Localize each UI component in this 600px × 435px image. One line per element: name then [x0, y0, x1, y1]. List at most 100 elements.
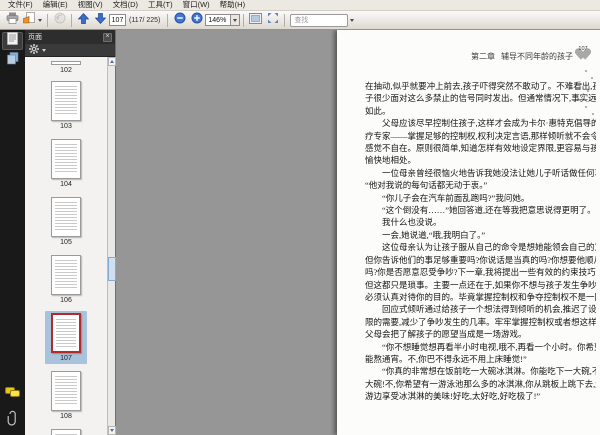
menu-item[interactable]: 视图(V) — [73, 0, 108, 10]
zoom-out-button[interactable] — [172, 11, 187, 29]
text-line: 但你告诉他们的事足够重要吗?你说话是当真的吗?你想要他顺从 — [365, 254, 596, 265]
running-header: 第二章 辅导不同年龄的孩子 — [365, 51, 573, 62]
previous-view-button[interactable] — [52, 11, 67, 29]
toolbar-separator — [167, 13, 169, 27]
panel-options-bar — [25, 44, 115, 57]
toolbar: (117/ 225) — [0, 11, 600, 30]
text-line: 愉快地相处。 — [365, 155, 417, 166]
thumbnail-page-number: 108 — [60, 413, 72, 420]
zoom-out-icon — [174, 11, 186, 29]
document-page: 第二章 辅导不同年龄的孩子 107 在抽动,似乎就要冲上前去,孩子吓得突然不敢动了… — [337, 30, 600, 435]
text-line: 能熬通宵。不,你巴不得永远不用上床睡觉!” — [365, 353, 527, 364]
thumbnail-image — [51, 255, 81, 295]
menu-item[interactable]: 文件(F) — [3, 0, 38, 10]
menu-item[interactable]: 帮助(H) — [215, 0, 250, 10]
thumbnail-page-number: 102 — [60, 67, 72, 74]
text-line: 必须认真对待你的目的。毕竟掌握控制权和争夺控制权不是一回事。 — [365, 291, 596, 302]
page-thumbnail[interactable]: 105 — [45, 195, 87, 248]
thumbnail-image — [51, 139, 81, 179]
page-count-label: (117/ 225) — [129, 16, 161, 24]
text-line: 回应式倾听通过给孩子一个想法得到倾听的机会,推迟了设定界 — [382, 304, 596, 315]
text-line: 子很少面对这么多禁止的信号同时发出。但通常情况下,事实远非 — [365, 93, 596, 104]
toolbar-separator — [284, 13, 286, 27]
text-line: 这位母亲认为让孩子服从自己的命令是想她能领会自己的意图。 — [382, 242, 596, 253]
scrollbar-thumb[interactable] — [108, 257, 116, 282]
text-line: “这个倒没有……”她回答道,还在等我把意思说得更明了。 — [382, 205, 596, 216]
text-line: 如此。 — [365, 105, 391, 116]
close-icon[interactable]: × — [103, 32, 112, 42]
printer-icon — [6, 11, 19, 29]
text-line: 游边享受冰淇淋的美味!好吃,太好吃,好吃极了!” — [365, 391, 541, 402]
fullscreen-button[interactable] — [265, 13, 280, 28]
sidebar-scrollbar[interactable] — [107, 57, 116, 435]
page-thumbnail[interactable]: 103 — [45, 79, 87, 132]
page-thumbnail[interactable]: 102 — [45, 59, 87, 76]
print-button[interactable] — [5, 11, 20, 29]
pages-panel-icon — [7, 32, 18, 50]
page-thumbnail[interactable]: 104 — [45, 137, 87, 190]
layers-panel-tab[interactable] — [2, 52, 23, 70]
page-thumbnail[interactable]: 106 — [45, 253, 87, 306]
document-pane[interactable]: 第二章 辅导不同年龄的孩子 107 在抽动,似乎就要冲上前去,孩子吓得突然不敢动了… — [117, 30, 600, 435]
attachments-panel-tab[interactable] — [2, 410, 23, 431]
thumbnail-image — [51, 371, 81, 411]
menu-item[interactable]: 文档(D) — [108, 0, 143, 10]
page-thumbnail[interactable]: 107 — [45, 311, 87, 364]
text-line: 限的需要,减少了争吵发生的几率。牢牢掌握控制权或者想这样做的 — [365, 316, 596, 327]
zoom-in-icon — [191, 11, 203, 29]
find-input[interactable] — [290, 13, 349, 27]
chevron-down-icon — [233, 18, 238, 22]
next-page-button[interactable] — [93, 13, 108, 28]
text-line: 疗专家——掌握足够的控制权,权利决定言语,那样倾听就不会令人 — [365, 130, 596, 141]
text-line: 一会,她说道,“哦,我明白了。” — [382, 229, 486, 240]
zoom-level-input[interactable] — [205, 14, 232, 26]
chevron-down-icon[interactable] — [42, 48, 46, 52]
text-line: 一位母亲曾经很恼火地告诉我她没法让她儿子听话做任何事情, — [382, 167, 596, 178]
thumbnail-image — [51, 429, 81, 435]
current-page-input[interactable] — [109, 14, 126, 26]
previous-page-button[interactable] — [76, 12, 91, 28]
toolbar-separator — [47, 13, 48, 27]
page-number-ornament: 107 — [572, 44, 594, 60]
menu-item[interactable]: 窗口(W) — [178, 0, 215, 10]
thumbnail-page-number: 106 — [60, 297, 72, 304]
chapter-label: 第二章 — [471, 52, 495, 61]
fullscreen-icon — [267, 11, 279, 29]
comments-panel-tab[interactable] — [2, 383, 23, 401]
text-line: “你真的非常想在饭前吃一大碗冰淇淋。你能吃下一大碗,不,十 — [382, 366, 596, 377]
thumbnail-image — [51, 313, 81, 353]
toolbar-separator — [71, 13, 72, 27]
thumbnail-image — [51, 61, 81, 65]
menu-item[interactable]: 工具(T) — [143, 0, 178, 10]
heart-icon: 107 — [576, 44, 590, 56]
text-line: 但这都只是琐事。主要一点还在于,如果你不想与孩子发生争吵,你 — [365, 279, 596, 290]
scroll-down-icon[interactable] — [108, 426, 116, 435]
email-button[interactable] — [22, 11, 43, 29]
fit-page-button[interactable] — [248, 13, 263, 28]
zoom-dropdown-button[interactable] — [231, 14, 241, 26]
zoom-in-button[interactable] — [189, 11, 204, 29]
text-line: 父母应该尽早控制住孩子,这样才会成为卡尔·惠特克倡导的理 — [382, 118, 596, 129]
text-line: 父母会把了解孩子的愿望当成是一场游戏。 — [365, 329, 527, 340]
pages-panel-tab[interactable] — [2, 32, 23, 50]
menu-item[interactable]: 编辑(E) — [38, 0, 73, 10]
previous-view-icon — [54, 11, 66, 29]
thumbnail-image — [51, 197, 81, 237]
text-line: 感觉不自在。原则很简单,知道怎样有效地设定界限,更容易与孩子 — [365, 143, 596, 154]
page-thumbnail[interactable]: 108 — [45, 369, 87, 422]
pages-panel: 页面 × 102 103 104 105 106 107 108 — [25, 30, 116, 435]
find-dropdown-icon[interactable] — [350, 18, 355, 22]
toolbar-separator — [243, 13, 245, 27]
attachments-panel-icon — [7, 410, 18, 431]
fit-page-icon — [249, 11, 263, 29]
layers-panel-icon — [6, 52, 19, 70]
page-thumbnail[interactable]: 109 — [45, 427, 87, 435]
thumbnail-image — [51, 81, 81, 121]
email-icon — [23, 11, 36, 29]
scroll-up-icon[interactable] — [108, 57, 116, 66]
thumbnail-page-number: 105 — [60, 239, 72, 246]
chevron-down-icon — [38, 18, 42, 22]
text-line: “你儿子会在汽车前面乱跑吗?”我问她。 — [382, 192, 530, 203]
navigation-strip — [0, 30, 25, 435]
chapter-title: 辅导不同年龄的孩子 — [501, 52, 573, 61]
